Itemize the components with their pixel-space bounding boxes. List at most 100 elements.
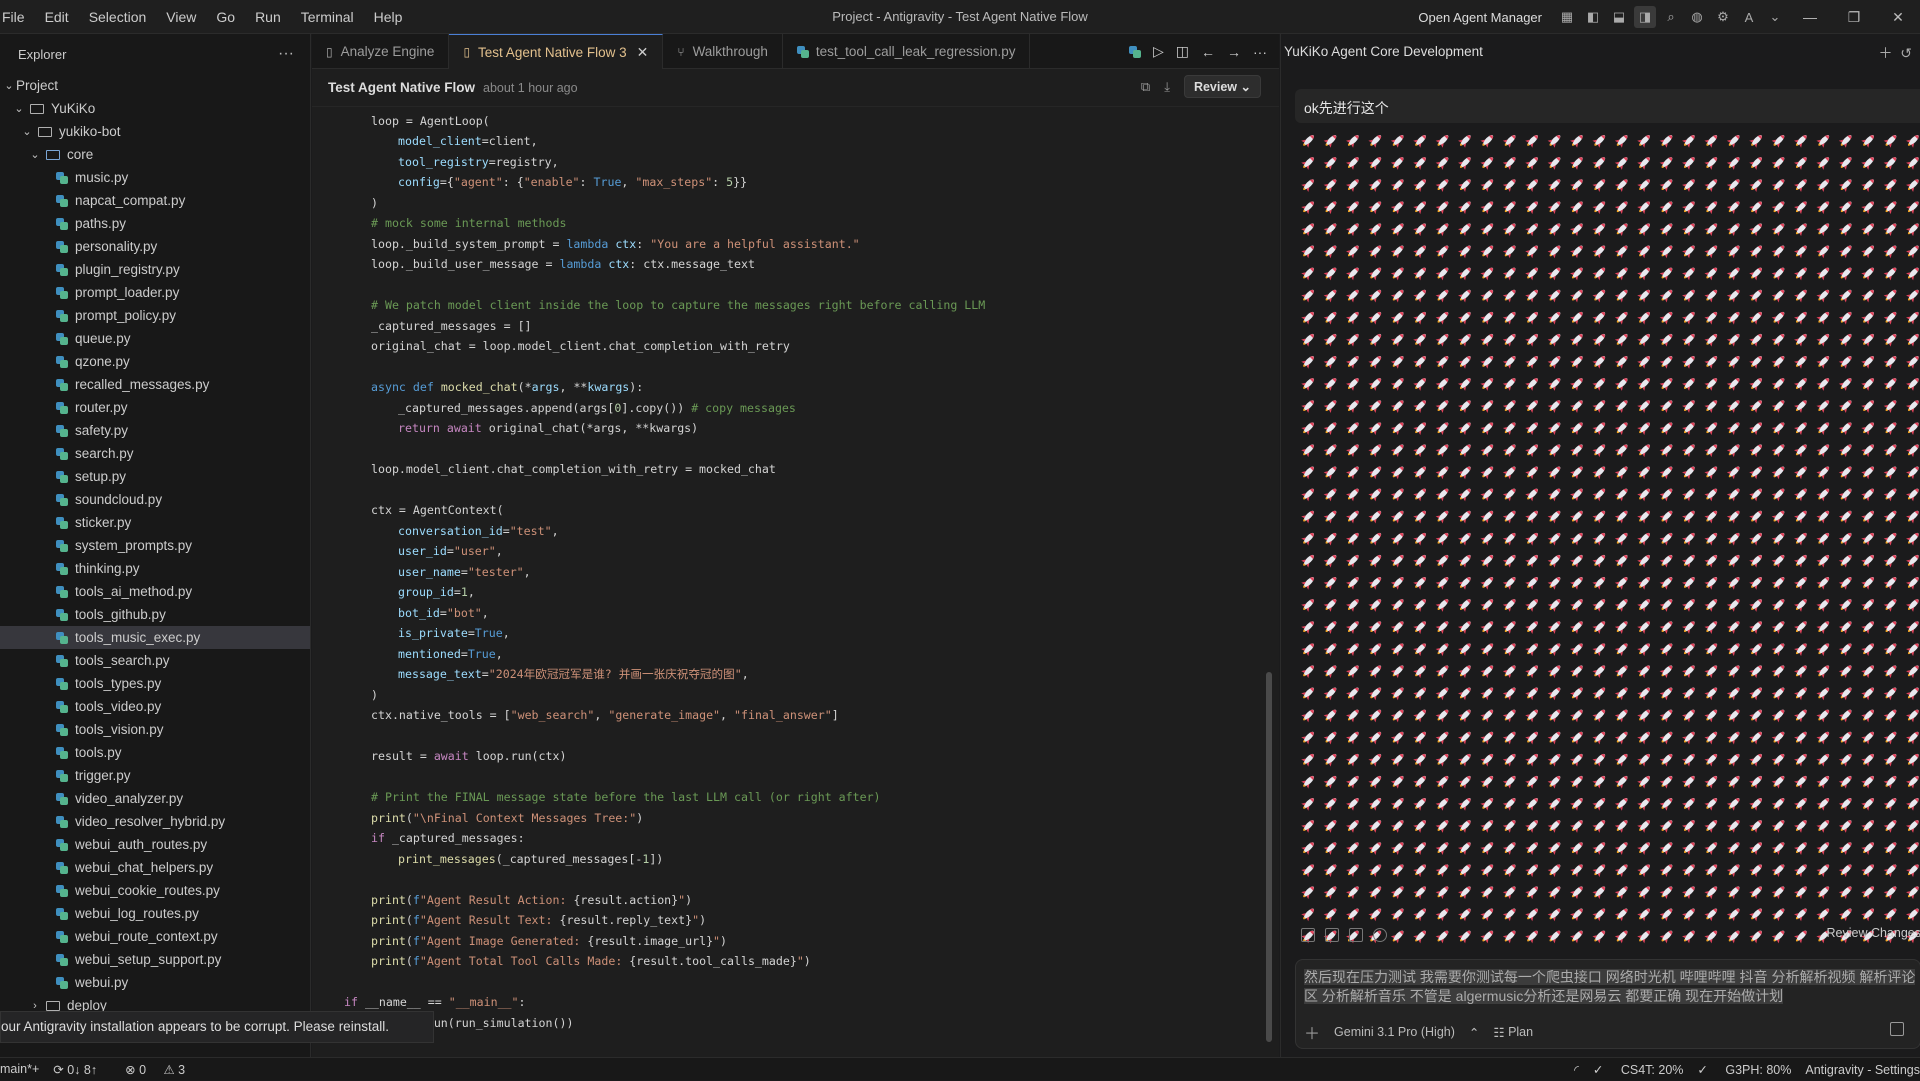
file-item[interactable]: tools_music_exec.py: [0, 626, 310, 649]
back-icon[interactable]: ←: [1201, 44, 1215, 60]
open-agent-manager-button[interactable]: Open Agent Manager: [1418, 10, 1542, 25]
python-icon[interactable]: [1129, 46, 1141, 58]
tab-test-agent-native-flow[interactable]: ▯Test Agent Native Flow 3✕: [449, 34, 663, 69]
menu-view[interactable]: View: [156, 9, 206, 25]
file-item[interactable]: system_prompts.py: [0, 534, 310, 557]
g3ph-status[interactable]: ✓ G3PH: 80%: [1697, 1062, 1791, 1077]
more-icon[interactable]: ···: [1253, 44, 1267, 60]
file-item[interactable]: webui_log_routes.py: [0, 902, 310, 925]
feedback-icon[interactable]: [1373, 928, 1387, 942]
file-item[interactable]: webui_setup_support.py: [0, 948, 310, 971]
menu-help[interactable]: Help: [364, 9, 413, 25]
file-item[interactable]: video_resolver_hybrid.py: [0, 810, 310, 833]
copy-icon[interactable]: ⧉: [1141, 79, 1150, 95]
corrupt-install-notification[interactable]: our Antigravity installation appears to …: [0, 1011, 434, 1043]
file-item[interactable]: personality.py: [0, 235, 310, 258]
tree-root-project[interactable]: ⌄Project: [0, 74, 310, 97]
sync-status[interactable]: ⟳ 0↓ 8↑: [53, 1062, 111, 1077]
file-item[interactable]: search.py: [0, 442, 310, 465]
search-icon[interactable]: ⌕: [1660, 6, 1682, 28]
file-item[interactable]: paths.py: [0, 212, 310, 235]
attachment-icon[interactable]: [1349, 928, 1363, 942]
account-icon[interactable]: A: [1738, 6, 1760, 28]
file-item[interactable]: trigger.py: [0, 764, 310, 787]
file-item[interactable]: setup.py: [0, 465, 310, 488]
add-context-icon[interactable]: ＋: [1304, 1020, 1320, 1044]
file-item[interactable]: prompt_loader.py: [0, 281, 310, 304]
file-item[interactable]: webui_cookie_routes.py: [0, 879, 310, 902]
file-item[interactable]: tools_video.py: [0, 695, 310, 718]
file-item[interactable]: webui_route_context.py: [0, 925, 310, 948]
plan-mode-toggle[interactable]: Plan: [1508, 1025, 1533, 1039]
download-icon[interactable]: ⤓: [1164, 79, 1170, 95]
copy-response-icon[interactable]: [1301, 928, 1315, 942]
menu-run[interactable]: Run: [245, 9, 291, 25]
split-editor-icon[interactable]: ◫: [1176, 43, 1189, 60]
cs4t-status[interactable]: ✓ CS4T: 20%: [1593, 1062, 1683, 1077]
file-item[interactable]: plugin_registry.py: [0, 258, 310, 281]
toggle-agent-panel-icon[interactable]: ◨: [1634, 6, 1656, 28]
review-button[interactable]: Review ⌄: [1184, 75, 1261, 98]
file-item[interactable]: music.py: [0, 166, 310, 189]
file-item[interactable]: webui_auth_routes.py: [0, 833, 310, 856]
chevron-down-icon[interactable]: ⌄: [1764, 6, 1786, 28]
checkpoint-icon[interactable]: [1325, 928, 1339, 942]
file-item[interactable]: tools_ai_method.py: [0, 580, 310, 603]
folder-core[interactable]: ⌄core: [0, 143, 310, 166]
editor-scrollbar[interactable]: [1264, 107, 1274, 1052]
file-item[interactable]: tools_github.py: [0, 603, 310, 626]
send-icon[interactable]: [1890, 1022, 1904, 1036]
gear-icon[interactable]: ⚙: [1712, 6, 1734, 28]
file-item[interactable]: tools.py: [0, 741, 310, 764]
file-item[interactable]: queue.py: [0, 327, 310, 350]
agent-input-text[interactable]: 然后现在压力测试 我需要你测试每一个爬虫接口 网络时光机 哔哩哔哩 抖音 分析解…: [1304, 968, 1920, 1006]
file-item[interactable]: prompt_policy.py: [0, 304, 310, 327]
file-item[interactable]: qzone.py: [0, 350, 310, 373]
file-item[interactable]: webui.py: [0, 971, 310, 994]
restore-button[interactable]: ❐: [1832, 9, 1876, 26]
scrollbar-thumb[interactable]: [1266, 672, 1272, 1042]
code-view[interactable]: loop = AgentLoop( model_client=client, t…: [312, 107, 1267, 1052]
more-actions-icon[interactable]: ···: [278, 45, 294, 63]
menu-selection[interactable]: Selection: [79, 9, 157, 25]
new-conversation-icon[interactable]: ＋: [1878, 45, 1892, 61]
file-item[interactable]: tools_types.py: [0, 672, 310, 695]
file-item[interactable]: video_analyzer.py: [0, 787, 310, 810]
menu-terminal[interactable]: Terminal: [291, 9, 364, 25]
file-item[interactable]: soundcloud.py: [0, 488, 310, 511]
toggle-sidebar-icon[interactable]: ◧: [1582, 6, 1604, 28]
branch-status[interactable]: main*+: [0, 1062, 39, 1076]
toggle-panel-icon[interactable]: ⬓: [1608, 6, 1630, 28]
globe-icon[interactable]: ◍: [1686, 6, 1708, 28]
tab-test-tool-call-leak[interactable]: test_tool_call_leak_regression.py: [783, 34, 1031, 69]
folder-yukiko[interactable]: ⌄YuKiKo: [0, 97, 310, 120]
folder-yukiko-bot[interactable]: ⌄yukiko-bot: [0, 120, 310, 143]
tab-walkthrough[interactable]: ⑂Walkthrough: [663, 34, 783, 69]
file-item[interactable]: napcat_compat.py: [0, 189, 310, 212]
close-tab-icon[interactable]: ✕: [637, 44, 649, 61]
file-item[interactable]: tools_vision.py: [0, 718, 310, 741]
file-item[interactable]: thinking.py: [0, 557, 310, 580]
model-selector[interactable]: Gemini 3.1 Pro (High): [1334, 1025, 1455, 1039]
history-icon[interactable]: ↺: [1900, 45, 1912, 61]
menu-go[interactable]: Go: [206, 9, 245, 25]
file-item[interactable]: recalled_messages.py: [0, 373, 310, 396]
chevron-up-icon[interactable]: ⌃: [1469, 1025, 1479, 1040]
close-window-button[interactable]: ✕: [1876, 9, 1920, 26]
settings-status[interactable]: Antigravity - Settings: [1805, 1063, 1920, 1077]
layout-icon[interactable]: ▦: [1556, 6, 1578, 28]
menu-edit[interactable]: Edit: [35, 9, 79, 25]
problems-status[interactable]: ⊗ 0 ⚠ 3: [125, 1062, 199, 1077]
file-item[interactable]: webui_chat_helpers.py: [0, 856, 310, 879]
menu-file[interactable]: File: [0, 9, 35, 25]
file-item[interactable]: tools_search.py: [0, 649, 310, 672]
review-changes-button[interactable]: Review Changes: [1827, 926, 1920, 940]
tab-analyze-engine[interactable]: ▯Analyze Engine: [312, 34, 449, 69]
file-item[interactable]: sticker.py: [0, 511, 310, 534]
file-item[interactable]: router.py: [0, 396, 310, 419]
file-item[interactable]: safety.py: [0, 419, 310, 442]
minimize-button[interactable]: —: [1788, 9, 1832, 25]
agent-input-box[interactable]: 然后现在压力测试 我需要你测试每一个爬虫接口 网络时光机 哔哩哔哩 抖音 分析解…: [1295, 959, 1920, 1049]
run-icon[interactable]: ▷: [1153, 43, 1164, 60]
forward-icon[interactable]: →: [1227, 44, 1241, 60]
